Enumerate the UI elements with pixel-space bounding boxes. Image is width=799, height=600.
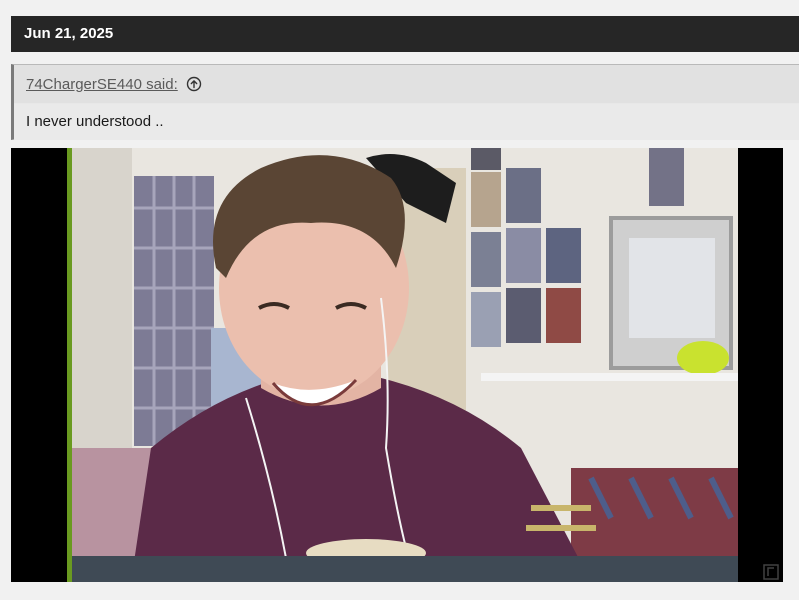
video-border-accent [67,148,72,582]
quote-block: 74ChargerSE440 said: I never understood … [11,64,799,140]
quote-text: I never understood .. [14,104,799,140]
quote-header: 74ChargerSE440 said: [14,65,799,104]
video-logo-icon [763,564,779,580]
post-date: Jun 21, 2025 [24,25,114,42]
forum-post: Jun 21, 2025 74ChargerSE440 said: I neve… [0,0,799,600]
post-date-header: Jun 21, 2025 [11,16,799,52]
quote-author-link[interactable]: 74ChargerSE440 said: [26,76,178,93]
arrow-up-circle-icon[interactable] [186,76,202,92]
embedded-video[interactable] [11,148,783,582]
video-frame [72,148,738,582]
